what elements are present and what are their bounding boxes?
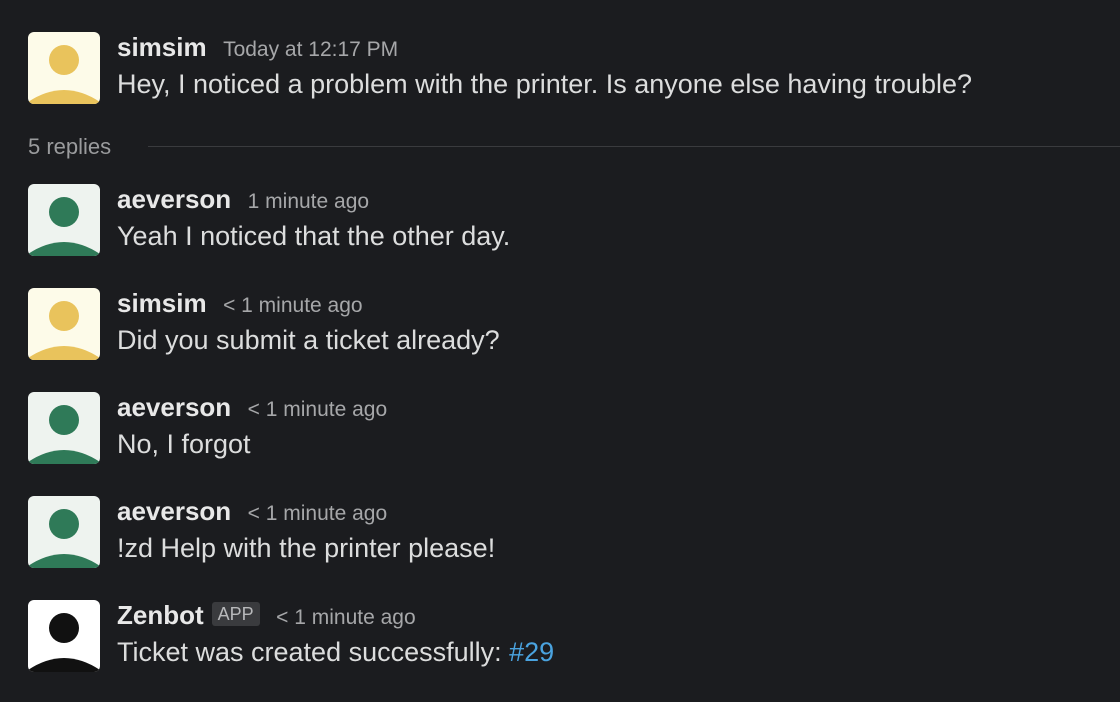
- author-name[interactable]: aeverson: [117, 184, 231, 214]
- message-timestamp[interactable]: Today at 12:17 PM: [223, 38, 398, 61]
- user-avatar-icon: [28, 184, 100, 256]
- message-timestamp[interactable]: < 1 minute ago: [276, 606, 416, 629]
- reply-message: aeverson < 1 minute ago No, I forgot: [28, 392, 1108, 472]
- author-name[interactable]: aeverson: [117, 496, 231, 526]
- author-name[interactable]: Zenbot: [117, 600, 204, 630]
- avatar[interactable]: [28, 288, 100, 360]
- user-avatar-icon: [28, 288, 100, 360]
- message-text: Yeah I noticed that the other day.: [117, 221, 511, 251]
- message-text: Did you submit a ticket already?: [117, 325, 500, 355]
- replies-count[interactable]: 5 replies: [28, 132, 111, 162]
- replies-divider: [148, 146, 1120, 147]
- reply-message: aeverson 1 minute ago Yeah I noticed tha…: [28, 184, 1108, 264]
- avatar[interactable]: [28, 32, 100, 104]
- reply-message: aeverson < 1 minute ago !zd Help with th…: [28, 496, 1108, 576]
- user-avatar-icon: [28, 32, 100, 104]
- bot-avatar-icon: [28, 600, 100, 672]
- message-timestamp[interactable]: < 1 minute ago: [248, 398, 388, 421]
- avatar[interactable]: [28, 392, 100, 464]
- message-text: Ticket was created successfully: #29: [117, 632, 1108, 672]
- message-text: !zd Help with the printer please!: [117, 533, 496, 563]
- user-avatar-icon: [28, 496, 100, 568]
- message-timestamp[interactable]: < 1 minute ago: [223, 294, 363, 317]
- message-text-body: Ticket was created successfully:: [117, 637, 510, 667]
- message-text: No, I forgot: [117, 429, 251, 459]
- message-timestamp[interactable]: < 1 minute ago: [248, 502, 388, 525]
- reply-message: Zenbot APP < 1 minute ago Ticket was crea…: [28, 600, 1108, 680]
- ticket-link[interactable]: #29: [509, 637, 554, 667]
- avatar[interactable]: [28, 600, 100, 672]
- message-parent: simsim Today at 12:17 PM Hey, I noticed …: [28, 32, 1108, 112]
- author-name[interactable]: simsim: [117, 288, 207, 318]
- message-timestamp[interactable]: 1 minute ago: [248, 190, 369, 213]
- author-name[interactable]: simsim: [117, 32, 207, 62]
- app-badge: APP: [211, 602, 260, 626]
- message-text: Hey, I noticed a problem with the printe…: [117, 69, 972, 99]
- avatar[interactable]: [28, 496, 100, 568]
- user-avatar-icon: [28, 392, 100, 464]
- message-thread: simsim Today at 12:17 PM Hey, I noticed …: [0, 0, 1120, 702]
- author-name[interactable]: aeverson: [117, 392, 231, 422]
- avatar[interactable]: [28, 184, 100, 256]
- reply-message: simsim < 1 minute ago Did you submit a t…: [28, 288, 1108, 368]
